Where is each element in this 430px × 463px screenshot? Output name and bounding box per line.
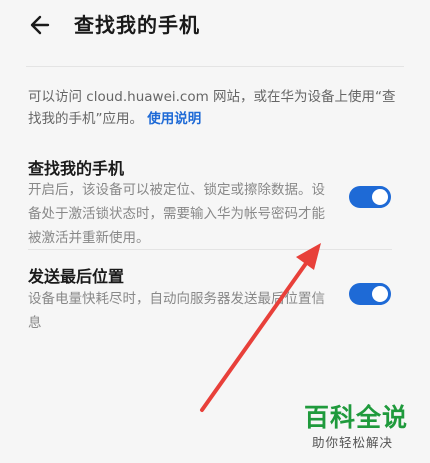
divider (26, 66, 404, 67)
app-header: 查找我的手机 (0, 0, 430, 56)
back-arrow-icon[interactable] (28, 12, 54, 38)
page-title: 查找我的手机 (74, 13, 200, 37)
find-my-phone-toggle[interactable] (349, 186, 391, 208)
send-last-location-title: 发送最后位置 (28, 267, 125, 286)
divider (28, 249, 392, 250)
usage-instructions-link[interactable]: 使用说明 (147, 111, 201, 127)
intro-text: 可以访问 cloud.huawei.com 网站，或在华为设备上使用“查找我的手… (28, 89, 396, 127)
toggle-knob (372, 286, 388, 302)
intro-text-block: 可以访问 cloud.huawei.com 网站，或在华为设备上使用“查找我的手… (28, 86, 408, 130)
find-my-phone-title: 查找我的手机 (28, 159, 125, 178)
watermark-logo: 百科全说 (304, 403, 409, 432)
toggle-knob (372, 189, 388, 205)
send-last-location-toggle[interactable] (349, 283, 391, 305)
find-my-phone-description: 开启后，该设备可以被定位、锁定或擦除数据。设备处于激活锁状态时，需要输入华为帐号… (28, 182, 325, 246)
send-last-location-description: 设备电量快耗尽时，自动向服务器发送最后位置信息 (28, 291, 325, 331)
watermark-tagline: 助你轻松解决 (312, 435, 394, 450)
